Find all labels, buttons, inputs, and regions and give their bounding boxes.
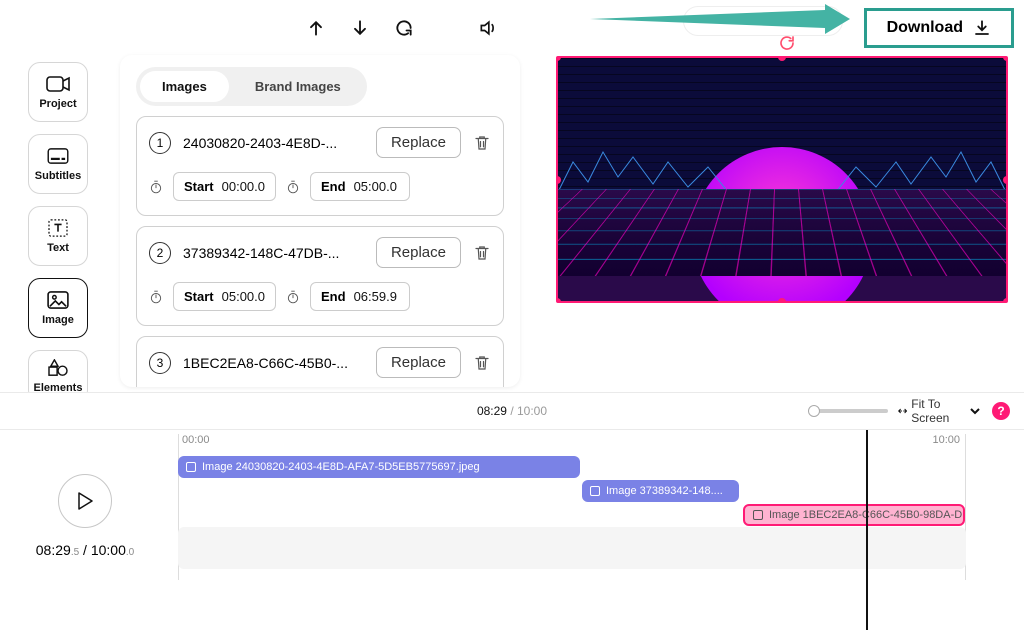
image-card: 1 24030820-2403-4E8D-... Replace Start 00…: [136, 116, 504, 216]
playhead[interactable]: [866, 430, 868, 630]
panel-tabs: Images Brand Images: [136, 67, 367, 106]
resize-handle[interactable]: [778, 298, 786, 303]
redo-icon[interactable]: [778, 34, 796, 52]
volume-icon[interactable]: [476, 16, 500, 40]
time-readout: 08:29 / 10:00: [477, 404, 547, 418]
start-value: 05:00.0: [222, 289, 265, 304]
rail-label: Project: [39, 98, 76, 110]
total-time: 10:00: [517, 404, 547, 418]
image-icon: [753, 510, 763, 520]
timeline-empty-track[interactable]: [178, 527, 966, 569]
playback-controls: 08:29.5 / 10:00.0: [30, 474, 140, 558]
start-time-input[interactable]: Start 00:00.0: [173, 172, 276, 201]
end-time-input[interactable]: End 05:00.0: [310, 172, 410, 201]
timeline-tick-end: 10:00: [932, 434, 960, 446]
download-icon: [973, 19, 991, 37]
preview-canvas[interactable]: [556, 56, 1008, 303]
move-down-icon[interactable]: [348, 16, 372, 40]
playback-time: 08:29.5 / 10:00.0: [36, 542, 134, 558]
delete-icon[interactable]: [473, 354, 491, 372]
zoom-slider[interactable]: [808, 409, 888, 413]
replace-button[interactable]: Replace: [376, 127, 461, 158]
clip-label: Image 24030820-2403-4E8D-AFA7-5D5EB57756…: [202, 461, 480, 473]
resize-handle[interactable]: [1003, 298, 1008, 303]
fit-label: Fit To Screen: [911, 397, 958, 426]
rail-label: Text: [47, 242, 69, 254]
card-index: 3: [149, 352, 171, 374]
subtitles-icon: [46, 146, 70, 166]
rail-item-subtitles[interactable]: Subtitles: [28, 134, 88, 194]
end-value: 06:59.9: [354, 289, 397, 304]
current-time: 08:29: [477, 404, 507, 418]
image-icon: [186, 462, 196, 472]
move-up-icon[interactable]: [304, 16, 328, 40]
end-label: End: [321, 179, 346, 194]
timeline[interactable]: 00:00 10:00 Image 24030820-2403-4E8D-AFA…: [178, 430, 986, 580]
card-filename: 24030820-2403-4E8D-...: [183, 135, 364, 151]
play-icon: [77, 492, 93, 510]
stopwatch-icon: [286, 290, 300, 304]
chevron-down-icon[interactable]: [968, 404, 982, 418]
clip-label: Image 37389342-148....: [606, 485, 723, 497]
card-filename: 1BEC2EA8-C66C-45B0-...: [183, 355, 364, 371]
rail-label: Image: [42, 314, 74, 326]
end-time-input[interactable]: End 06:59.9: [310, 282, 410, 311]
replace-button[interactable]: Replace: [376, 237, 461, 268]
text-icon: [46, 218, 70, 238]
timeline-header: 08:29 / 10:00 Fit To Screen ?: [0, 392, 1024, 430]
card-index: 2: [149, 242, 171, 264]
resize-handle[interactable]: [556, 176, 561, 184]
play-button[interactable]: [58, 474, 112, 528]
delete-icon[interactable]: [473, 244, 491, 262]
image-panel: Images Brand Images 1 24030820-2403-4E8D…: [120, 55, 520, 387]
start-time-input[interactable]: Start 05:00.0: [173, 282, 276, 311]
rail-label: Subtitles: [35, 170, 81, 182]
end-label: End: [321, 289, 346, 304]
rail-item-text[interactable]: Text: [28, 206, 88, 266]
timeline-clip[interactable]: Image 37389342-148....: [582, 480, 739, 502]
preview-image: [558, 58, 1006, 301]
annotation-arrow: [590, 4, 850, 34]
start-label: Start: [184, 179, 214, 194]
timeline-tick-start: 00:00: [182, 434, 210, 446]
stopwatch-icon: [149, 180, 163, 194]
end-value: 05:00.0: [354, 179, 397, 194]
pb-total: 10:00: [91, 542, 126, 558]
undo-icon[interactable]: [392, 16, 416, 40]
resize-handle[interactable]: [1003, 56, 1008, 61]
download-label: Download: [887, 19, 963, 37]
image-icon: [46, 290, 70, 310]
card-filename: 37389342-148C-47DB-...: [183, 245, 364, 261]
fit-to-screen-button[interactable]: Fit To Screen: [898, 397, 958, 426]
start-value: 00:00.0: [222, 179, 265, 194]
tab-brand-images[interactable]: Brand Images: [233, 71, 363, 102]
card-index: 1: [149, 132, 171, 154]
left-rail: Project Subtitles Text Image Elements: [28, 62, 90, 402]
rail-item-project[interactable]: Project: [28, 62, 88, 122]
help-button[interactable]: ?: [992, 402, 1010, 420]
timeline-clip[interactable]: Image 24030820-2403-4E8D-AFA7-5D5EB57756…: [178, 456, 580, 478]
resize-handle[interactable]: [556, 298, 561, 303]
delete-icon[interactable]: [473, 134, 491, 152]
image-card: 3 1BEC2EA8-C66C-45B0-... Replace Start06…: [136, 336, 504, 387]
resize-handle[interactable]: [1003, 176, 1008, 184]
camera-icon: [46, 74, 70, 94]
timeline-clip-selected[interactable]: Image 1BEC2EA8-C66C-45B0-98DA-D...: [743, 504, 965, 526]
shapes-icon: [46, 358, 70, 378]
pb-current: 08:29: [36, 542, 71, 558]
rail-item-image[interactable]: Image: [28, 278, 88, 338]
top-toolbar: Download: [864, 8, 1014, 48]
fit-icon: [898, 405, 907, 417]
replace-button[interactable]: Replace: [376, 347, 461, 378]
tab-images[interactable]: Images: [140, 71, 229, 102]
stopwatch-icon: [149, 290, 163, 304]
stopwatch-icon: [286, 180, 300, 194]
start-label: Start: [184, 289, 214, 304]
download-button[interactable]: Download: [864, 8, 1014, 48]
zoom-slider-knob[interactable]: [808, 405, 820, 417]
image-card: 2 37389342-148C-47DB-... Replace Start 05…: [136, 226, 504, 326]
image-icon: [590, 486, 600, 496]
